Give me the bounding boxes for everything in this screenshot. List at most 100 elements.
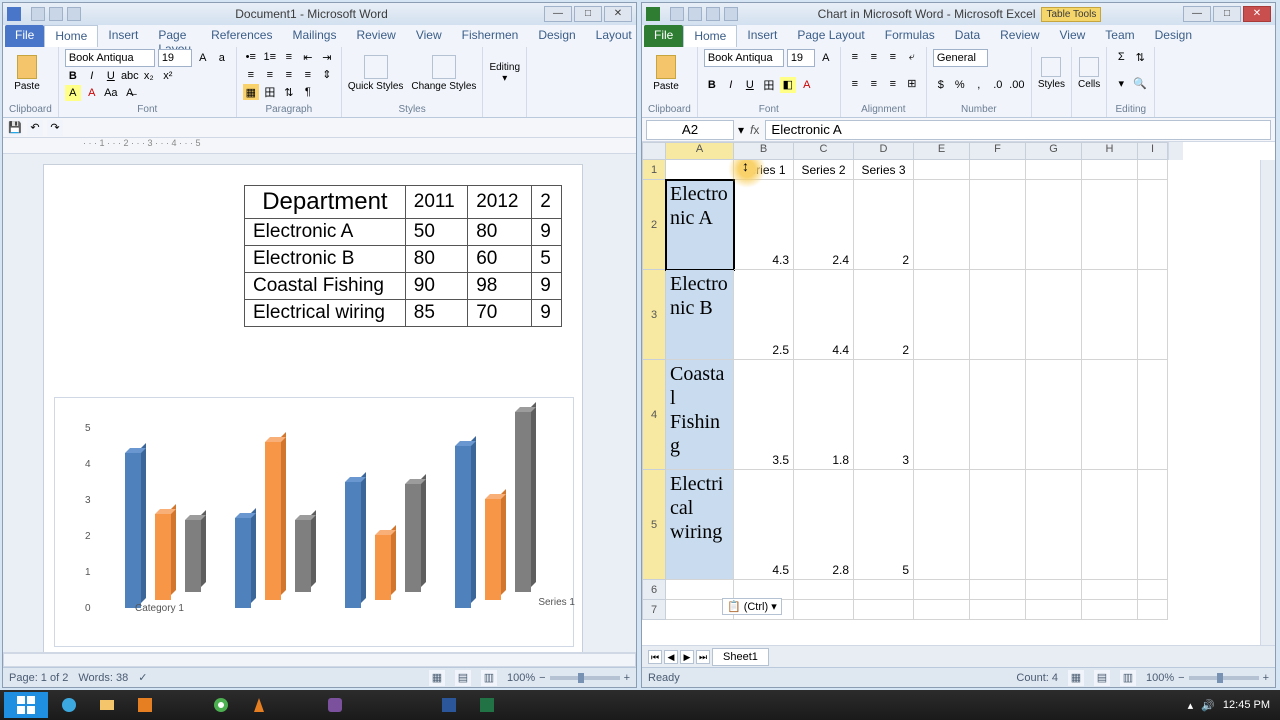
undo-icon[interactable]: ↶ — [27, 120, 43, 136]
cell-B3[interactable]: 2.5 — [734, 270, 794, 360]
next-sheet-icon[interactable]: ▶ — [680, 650, 694, 664]
v-scrollbar[interactable] — [1260, 160, 1275, 645]
cell-G6[interactable] — [1026, 580, 1082, 600]
view-read-icon[interactable]: ▤ — [455, 670, 471, 686]
styles-button[interactable]: Styles — [1038, 49, 1065, 97]
wrap-text-icon[interactable]: ⤶ — [904, 49, 920, 65]
cell-F5[interactable] — [970, 470, 1026, 580]
cell-F4[interactable] — [970, 360, 1026, 470]
view-layout-icon[interactable]: ▤ — [1094, 670, 1110, 686]
table-tools-tab[interactable]: Table Tools — [1041, 7, 1101, 22]
cell-G2[interactable] — [1026, 180, 1082, 270]
chart-object[interactable]: 012345Category 1Series 1 — [54, 397, 574, 647]
cell-H6[interactable] — [1082, 580, 1138, 600]
cell-I7[interactable] — [1138, 600, 1168, 620]
borders-icon[interactable]: 田 — [761, 77, 777, 93]
indent-right-icon[interactable]: ⇥ — [319, 49, 335, 65]
cell-grid[interactable]: Series 1Series 2Series 3Electronic A4.32… — [666, 160, 1168, 645]
underline-button[interactable]: U — [103, 68, 119, 84]
autosum-icon[interactable]: Σ — [1113, 49, 1129, 65]
start-button[interactable] — [4, 692, 48, 718]
system-tray[interactable]: ▴ 🔊 12:45 PM — [1188, 699, 1276, 712]
align-left-icon[interactable]: ≡ — [243, 67, 259, 83]
minimize-button[interactable]: — — [1183, 6, 1211, 22]
dec-decimal-icon[interactable]: .00 — [1009, 77, 1025, 93]
cell-E6[interactable] — [914, 580, 970, 600]
last-sheet-icon[interactable]: ⏭ — [696, 650, 710, 664]
zoom-control[interactable]: 100%−+ — [1146, 672, 1269, 684]
percent-icon[interactable]: % — [952, 77, 968, 93]
close-button[interactable]: ✕ — [1243, 6, 1271, 22]
col-header-I[interactable]: I — [1138, 142, 1168, 160]
view-web-icon[interactable]: ▥ — [481, 670, 497, 686]
word-titlebar[interactable]: Document1 - Microsoft Word — □ ✕ — [3, 3, 636, 25]
cell-C2[interactable]: 2.4 — [794, 180, 854, 270]
paste-button[interactable]: Paste — [9, 49, 45, 97]
underline-button[interactable]: U — [742, 77, 758, 93]
media-icon[interactable] — [128, 692, 162, 718]
cell-D2[interactable]: 2 — [854, 180, 914, 270]
cell-I3[interactable] — [1138, 270, 1168, 360]
name-box[interactable] — [646, 120, 734, 140]
subscript-button[interactable]: x₂ — [141, 68, 157, 84]
cell-D5[interactable]: 5 — [854, 470, 914, 580]
row-header-6[interactable]: 6 — [642, 580, 666, 600]
tray-up-icon[interactable]: ▴ — [1188, 699, 1194, 712]
row-header-1[interactable]: 1 — [642, 160, 666, 180]
view-normal-icon[interactable]: ▦ — [1068, 670, 1084, 686]
cell-H5[interactable] — [1082, 470, 1138, 580]
italic-button[interactable]: I — [84, 68, 100, 84]
cell-I5[interactable] — [1138, 470, 1168, 580]
sort-icon[interactable]: ⇅ — [281, 84, 297, 100]
font-name-select[interactable] — [65, 49, 155, 67]
cell-I2[interactable] — [1138, 180, 1168, 270]
cell-B6[interactable] — [734, 580, 794, 600]
align-right-icon[interactable]: ≡ — [885, 76, 901, 92]
number-format-select[interactable] — [933, 49, 988, 67]
cell-H2[interactable] — [1082, 180, 1138, 270]
col-header-E[interactable]: E — [914, 142, 970, 160]
cell-E4[interactable] — [914, 360, 970, 470]
col-header-D[interactable]: D — [854, 142, 914, 160]
row-header-3[interactable]: 3 — [642, 270, 666, 360]
line-spacing-icon[interactable]: ⇕ — [319, 67, 335, 83]
close-button[interactable]: ✕ — [604, 6, 632, 22]
row-header-7[interactable]: 7 — [642, 600, 666, 620]
sort-filter-icon[interactable]: ⇅ — [1132, 49, 1148, 65]
superscript-button[interactable]: x² — [160, 68, 176, 84]
network-icon[interactable]: 🔊 — [1201, 699, 1215, 712]
vlc-icon[interactable] — [242, 692, 276, 718]
grow-font-icon[interactable]: A — [818, 50, 834, 66]
cell-C3[interactable]: 4.4 — [794, 270, 854, 360]
col-header-C[interactable]: C — [794, 142, 854, 160]
column-headers[interactable]: ABCDEFGHI — [666, 142, 1168, 160]
bullets-icon[interactable]: •≡ — [243, 49, 259, 65]
cell-G1[interactable] — [1026, 160, 1082, 180]
taskbar[interactable]: ▴ 🔊 12:45 PM — [0, 690, 1280, 720]
tab-file[interactable]: File — [644, 25, 683, 47]
cell-A2[interactable]: Electronic A — [666, 180, 734, 270]
numbering-icon[interactable]: 1≡ — [262, 49, 278, 65]
tab-review[interactable]: Review — [990, 25, 1049, 47]
strike-button[interactable]: abc — [122, 68, 138, 84]
quick-access-toolbar[interactable] — [670, 7, 738, 21]
tab-formulas[interactable]: Formulas — [875, 25, 945, 47]
shading-icon[interactable]: ▦ — [243, 84, 259, 100]
tab-mailings[interactable]: Mailings — [282, 25, 346, 47]
chrome-icon[interactable] — [204, 692, 238, 718]
bottom-align-icon[interactable]: ≡ — [885, 49, 901, 65]
cell-F3[interactable] — [970, 270, 1026, 360]
cell-B5[interactable]: 4.5 — [734, 470, 794, 580]
word-ribbon-tabs[interactable]: FileHomeInsertPage LayouReferencesMailin… — [3, 25, 636, 47]
cell-C4[interactable]: 1.8 — [794, 360, 854, 470]
formula-input[interactable] — [765, 120, 1271, 140]
cell-G4[interactable] — [1026, 360, 1082, 470]
col-header-G[interactable]: G — [1026, 142, 1082, 160]
clear-format-icon[interactable]: A̶ — [122, 85, 138, 101]
cell-E1[interactable] — [914, 160, 970, 180]
bold-button[interactable]: B — [65, 68, 81, 84]
font-color-icon[interactable]: A — [799, 77, 815, 93]
comma-icon[interactable]: , — [971, 77, 987, 93]
middle-align-icon[interactable]: ≡ — [866, 49, 882, 65]
fx-icon[interactable]: fx — [744, 123, 765, 137]
